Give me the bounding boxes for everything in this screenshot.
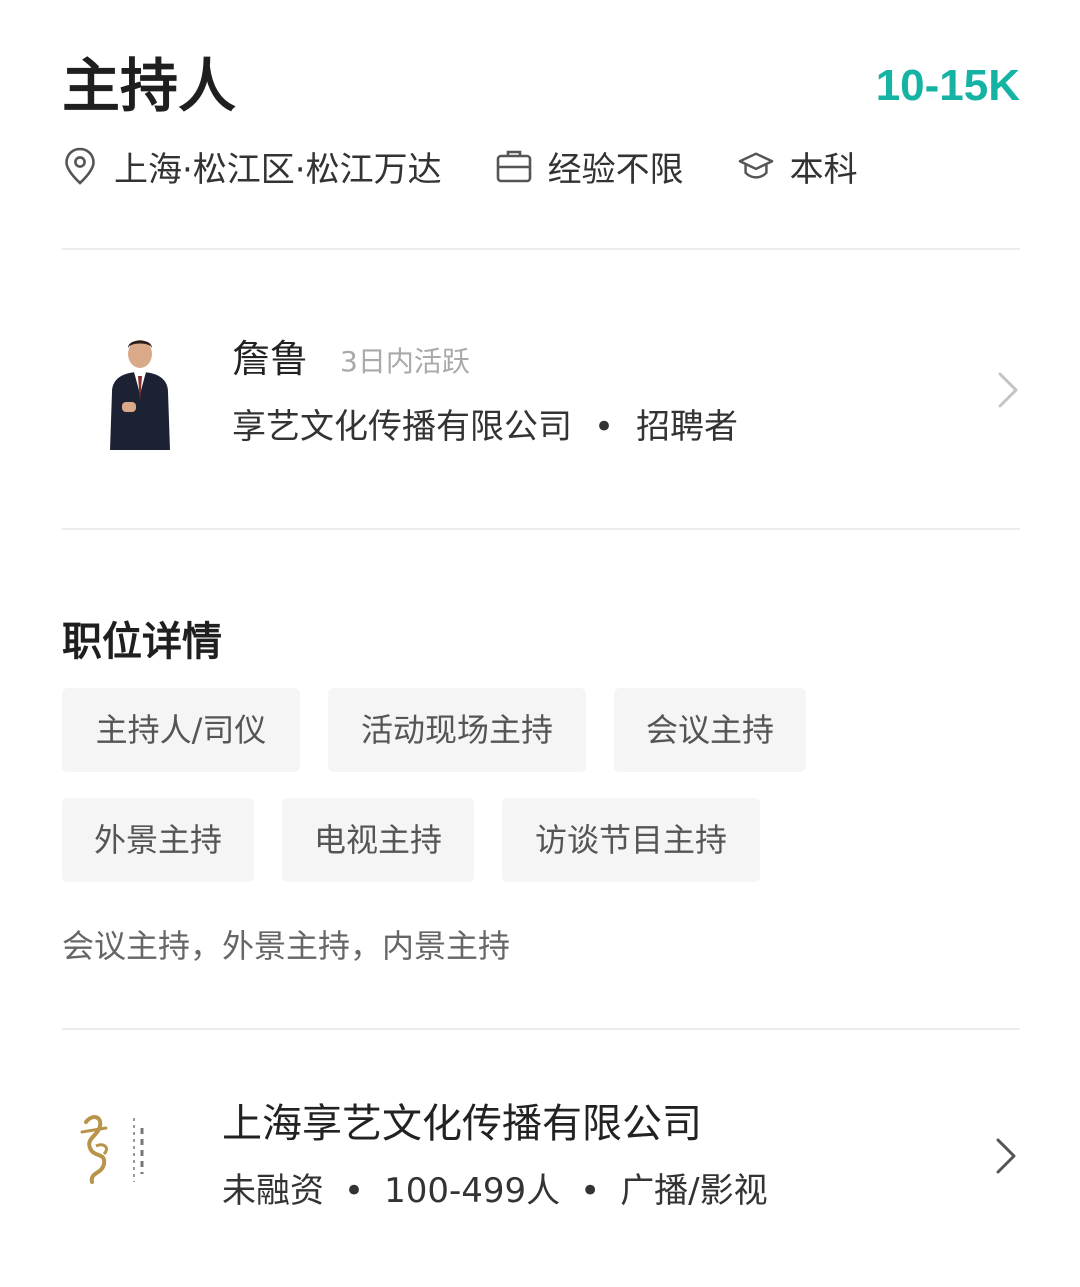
skill-tag: 会议主持 xyxy=(614,688,806,772)
skill-tag: 活动现场主持 xyxy=(328,688,586,772)
separator-dot: • xyxy=(594,407,615,447)
recruiter-active-status: 3日内活跃 xyxy=(340,345,470,378)
recruiter-avatar xyxy=(100,332,180,452)
section-title-details: 职位详情 xyxy=(62,619,222,665)
company-name: 上海享艺文化传播有限公司 xyxy=(222,1101,702,1147)
recruiter-name: 詹鲁 xyxy=(232,337,309,381)
recruiter-card[interactable]: 詹鲁 3日内活跃 享艺文化传播有限公司 • 招聘者 xyxy=(62,318,1020,468)
company-info: 未融资 • 100-499人 • 广播/影视 xyxy=(222,1166,768,1216)
company-card[interactable]: 上海享艺文化传播有限公司 未融资 • 100-499人 • 广播/影视 xyxy=(62,1088,1020,1228)
company-logo xyxy=(76,1102,160,1194)
skill-tag: 访谈节目主持 xyxy=(502,798,760,882)
separator-dot: • xyxy=(344,1171,365,1211)
skill-tag: 电视主持 xyxy=(282,798,474,882)
graduation-cap-icon xyxy=(738,146,774,186)
recruiter-company: 享艺文化传播有限公司 xyxy=(232,407,572,447)
skill-tag: 主持人/司仪 xyxy=(62,688,300,772)
chevron-right-icon[interactable] xyxy=(996,370,1020,410)
job-description: 会议主持，外景主持，内景主持 xyxy=(62,927,511,965)
company-funding: 未融资 xyxy=(222,1171,324,1211)
job-meta-row: 上海·松江区·松江万达 经验不限 本科 xyxy=(62,140,912,192)
briefcase-icon xyxy=(496,146,532,186)
recruiter-role: 招聘者 xyxy=(636,407,739,447)
job-location-text: 上海·松江区·松江万达 xyxy=(114,149,442,190)
separator-dot: • xyxy=(580,1171,601,1211)
company-industry: 广播/影视 xyxy=(620,1171,768,1211)
job-education-text: 本科 xyxy=(789,149,858,190)
chevron-right-icon[interactable] xyxy=(994,1136,1018,1176)
job-experience-text: 经验不限 xyxy=(547,149,684,190)
recruiter-info: 享艺文化传播有限公司 • 招聘者 xyxy=(232,402,738,452)
company-size: 100-499人 xyxy=(384,1171,561,1211)
job-location: 上海·松江区·松江万达 xyxy=(62,142,442,191)
divider xyxy=(62,1028,1020,1030)
skill-tag: 外景主持 xyxy=(62,798,254,882)
salary: 10-15K xyxy=(875,61,1020,110)
location-pin-icon xyxy=(62,146,98,186)
job-education: 本科 xyxy=(738,142,858,191)
divider xyxy=(62,528,1020,530)
job-title: 主持人 xyxy=(62,52,237,120)
job-experience: 经验不限 xyxy=(496,142,684,191)
divider xyxy=(62,248,1020,250)
job-detail-page: 主持人 10-15K 上海·松江区·松江万达 经验不限 本科 詹鲁 3日内活跃 … xyxy=(0,0,1080,1287)
